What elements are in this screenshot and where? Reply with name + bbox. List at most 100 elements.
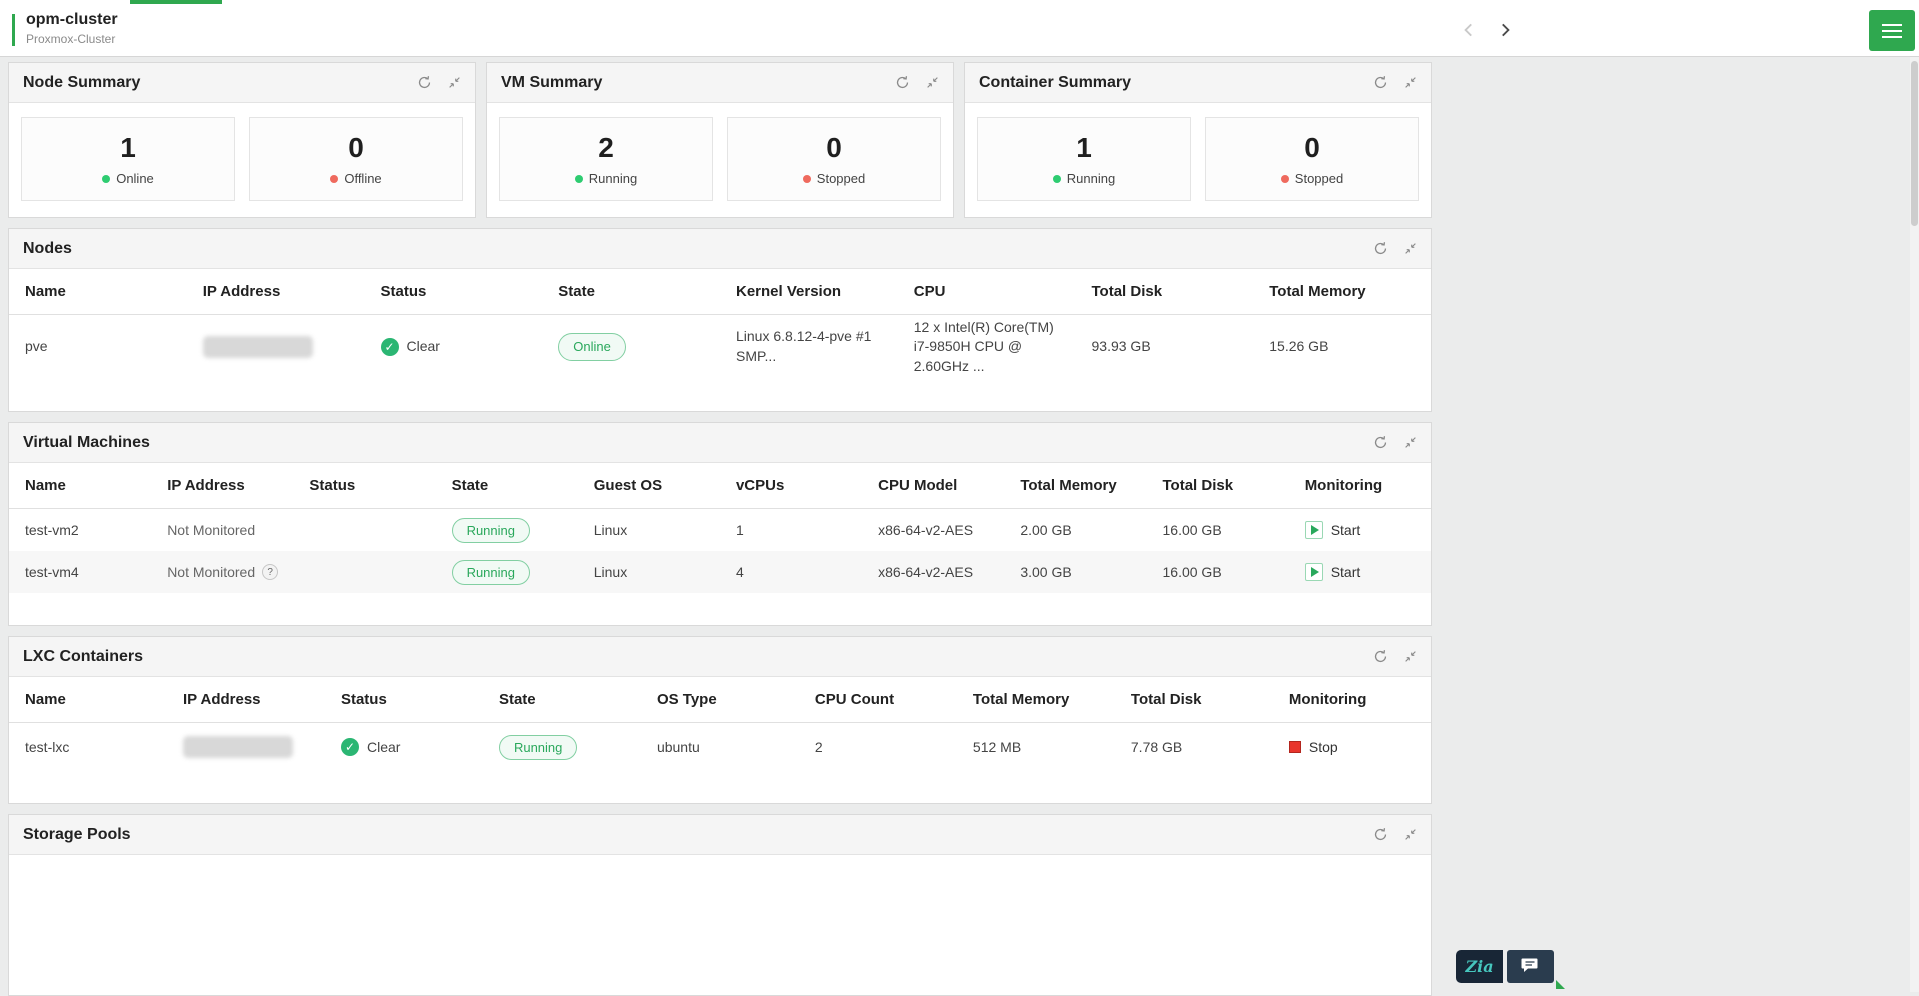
status-clear-icon: ✓ [341,738,359,756]
summary-card-row: Node Summary 1 Online [8,62,1432,218]
col-state: State [542,283,720,300]
col-kernel-version: Kernel Version [720,283,898,300]
collapse-icon[interactable] [926,76,939,89]
vm-summary-card: VM Summary 2 Running [486,62,954,218]
nodes-header: Nodes [9,229,1431,269]
collapse-icon[interactable] [1404,828,1417,841]
table-bottom-padding [9,593,1431,625]
refresh-icon[interactable] [1373,435,1388,450]
col-cpu-model: CPU Model [862,477,1004,494]
refresh-icon[interactable] [1373,241,1388,256]
red-dot-icon [1281,175,1289,183]
col-monitoring: Monitoring [1289,477,1431,494]
section-title: Storage Pools [23,826,131,844]
total-disk: 16.00 GB [1147,564,1289,580]
col-state: State [436,477,578,494]
vertical-scrollbar [1910,57,1919,992]
zia-assistant-button[interactable]: Zia [1456,950,1503,983]
stat-label: Running [1053,171,1115,186]
green-dot-icon [575,175,583,183]
table-row-vm-test-vm2[interactable]: test-vm2 Not Monitored Running Linux 1 x… [9,509,1431,551]
scrollbar-thumb[interactable] [1911,61,1918,226]
state-badge: Running [452,518,530,543]
col-ip-address: IP Address [151,477,293,494]
refresh-icon[interactable] [1373,75,1388,90]
collapse-icon[interactable] [1404,242,1417,255]
status-text: Clear [407,337,440,357]
section-title: LXC Containers [23,648,143,666]
start-monitoring-button[interactable]: Start [1305,521,1361,539]
table-row-node-pve[interactable]: pve ✓ Clear Online Linux 6.8.12-4-pve #1… [9,315,1431,379]
vm-name: test-vm2 [9,522,151,538]
col-name: Name [9,283,187,300]
col-total-memory: Total Memory [1004,477,1146,494]
state-badge: Online [558,333,626,361]
lxc-containers-header: LXC Containers [9,637,1431,677]
stat-containers-stopped: 0 Stopped [1205,117,1419,201]
total-disk: 16.00 GB [1147,522,1289,538]
col-vcpus: vCPUs [720,477,862,494]
collapse-icon[interactable] [1404,436,1417,449]
col-state: State [483,691,641,708]
stat-containers-running: 1 Running [977,117,1191,201]
collapse-icon[interactable] [1404,650,1417,663]
vm-ip: Not Monitored [151,522,293,538]
stop-monitoring-button[interactable]: Stop [1289,739,1338,755]
total-memory: 3.00 GB [1004,564,1146,580]
nav-forward-icon[interactable] [1494,18,1516,42]
stat-label: Online [102,171,154,186]
guest-os: Linux [578,564,720,580]
resize-corner-arrow[interactable] [1556,980,1565,989]
help-icon[interactable]: ? [262,564,278,580]
nav-back-icon[interactable] [1458,18,1480,42]
stat-value: 1 [120,132,136,164]
col-os-type: OS Type [641,691,799,708]
total-disk: 7.78 GB [1115,739,1273,755]
vcpus: 4 [720,564,862,580]
vm-name: test-vm4 [9,564,151,580]
lxc-table-header: Name IP Address Status State OS Type CPU… [9,677,1431,723]
col-total-disk: Total Disk [1076,283,1254,300]
cpu-count: 2 [799,739,957,755]
stat-label: Stopped [1281,171,1343,186]
collapse-icon[interactable] [1404,76,1417,89]
refresh-icon[interactable] [417,75,432,90]
stat-label: Stopped [803,171,865,186]
col-ip-address: IP Address [167,691,325,708]
menu-button[interactable] [1869,10,1915,51]
chat-button[interactable] [1507,950,1554,983]
col-status: Status [365,283,543,300]
col-ip-address: IP Address [187,283,365,300]
col-total-memory: Total Memory [1253,283,1431,300]
lxc-name: test-lxc [9,739,167,755]
col-name: Name [9,691,167,708]
virtual-machines-header: Virtual Machines [9,423,1431,463]
refresh-icon[interactable] [1373,827,1388,842]
section-title: Nodes [23,240,72,258]
cpu-model: x86-64-v2-AES [862,564,1004,580]
storage-pools-header: Storage Pools [9,815,1431,855]
floating-widgets: Zia [1456,950,1554,983]
vm-summary-header: VM Summary [487,63,953,103]
start-monitoring-button[interactable]: Start [1305,563,1361,581]
stat-value: 2 [598,132,614,164]
table-row-lxc-test-lxc[interactable]: test-lxc ✓ Clear Running ubuntu 2 512 MB… [9,723,1431,771]
col-status: Status [293,477,435,494]
card-title: Node Summary [23,74,140,92]
table-row-vm-test-vm4[interactable]: test-vm4 Not Monitored ? Running Linux 4… [9,551,1431,593]
col-name: Name [9,477,151,494]
container-summary-header: Container Summary [965,63,1431,103]
vcpus: 1 [720,522,862,538]
col-total-memory: Total Memory [957,691,1115,708]
title-accent-bar [12,14,15,46]
total-memory: 512 MB [957,739,1115,755]
refresh-icon[interactable] [1373,649,1388,664]
refresh-icon[interactable] [895,75,910,90]
collapse-icon[interactable] [448,76,461,89]
status-clear-icon: ✓ [381,338,399,356]
green-dot-icon [1053,175,1061,183]
play-icon [1305,521,1323,539]
col-monitoring: Monitoring [1273,691,1431,708]
redacted-ip [183,736,293,758]
state-badge: Running [499,735,577,760]
